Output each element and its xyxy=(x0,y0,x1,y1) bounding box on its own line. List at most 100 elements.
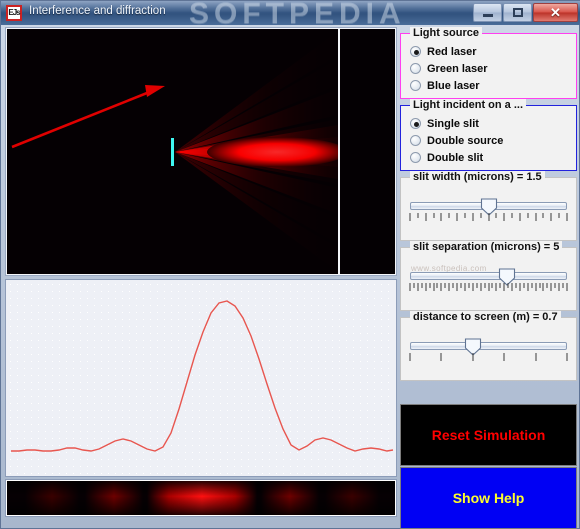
slider-tick xyxy=(488,283,489,291)
slider-tick xyxy=(448,213,450,218)
slit-width-legend: slit width (microns) = 1.5 xyxy=(410,171,545,183)
slider-tick xyxy=(527,213,529,218)
slider-tick xyxy=(425,283,427,291)
slider-tick xyxy=(436,283,438,288)
radio-double-slit[interactable]: Double slit xyxy=(401,149,576,166)
slider-tick xyxy=(429,283,431,288)
slider-tick xyxy=(566,353,568,361)
radio-label: Red laser xyxy=(427,45,477,58)
slider-tick xyxy=(452,283,454,288)
slider-tick xyxy=(503,213,505,221)
slider-tick xyxy=(472,283,474,291)
slider-tick xyxy=(488,213,489,221)
slit-width-slider[interactable] xyxy=(410,198,567,216)
slider-tick xyxy=(519,283,521,291)
slider-tick xyxy=(491,283,493,288)
radio-label: Blue laser xyxy=(427,79,480,92)
reset-simulation-button[interactable]: Reset Simulation xyxy=(400,404,577,466)
slider-tick xyxy=(546,283,548,288)
slider-tick xyxy=(499,283,501,288)
maximize-icon xyxy=(512,8,523,17)
slider-tick xyxy=(460,283,462,288)
radio-button-icon xyxy=(410,80,421,91)
slider-tick xyxy=(472,213,474,221)
window-controls: ✕ xyxy=(473,3,578,22)
slit-separation-slider[interactable] xyxy=(410,268,567,286)
radio-label: Double source xyxy=(427,134,504,147)
slider-tick xyxy=(413,283,415,288)
application-window: EJs Interference and diffraction SOFTPED… xyxy=(0,0,580,529)
slider-tick xyxy=(519,213,521,221)
softpedia-watermark: SOFTPEDIA xyxy=(189,1,406,25)
slider-tick xyxy=(554,283,556,288)
close-button[interactable]: ✕ xyxy=(533,3,578,22)
slider-tick xyxy=(440,353,442,361)
slider-tick xyxy=(550,283,552,291)
slider-tick xyxy=(495,213,497,218)
fringe-strip-area xyxy=(5,479,397,517)
slider-tick xyxy=(535,353,537,361)
minimize-icon xyxy=(482,14,493,17)
distance-to-screen-group: distance to screen (m) = 0.7 xyxy=(400,311,577,381)
radio-label: Double slit xyxy=(427,151,484,164)
slider-tick xyxy=(409,213,411,221)
radio-label: Green laser xyxy=(427,62,488,75)
radio-button-icon xyxy=(410,135,421,146)
slider-tick xyxy=(456,283,458,291)
radio-button-icon xyxy=(410,152,421,163)
slider-tick xyxy=(531,283,533,288)
window-content: Light source Red laser Green laser Blue … xyxy=(1,25,580,529)
slider-tick xyxy=(417,283,419,291)
radio-label: Single slit xyxy=(427,117,479,130)
slider-tick xyxy=(542,283,544,291)
slider-tick xyxy=(417,213,419,218)
intensity-profile-plot[interactable] xyxy=(7,281,395,475)
slider-tick xyxy=(558,283,560,291)
radio-red-laser[interactable]: Red laser xyxy=(401,43,576,60)
reset-simulation-label: Reset Simulation xyxy=(431,427,546,443)
radio-button-icon xyxy=(410,46,421,57)
slider-tick xyxy=(562,283,564,288)
slider-tick xyxy=(515,283,517,288)
slider-tick xyxy=(468,283,470,288)
radio-blue-laser[interactable]: Blue laser xyxy=(401,77,576,94)
diffraction-area xyxy=(5,27,397,276)
slider-tick xyxy=(511,213,513,218)
slider-tick xyxy=(542,213,544,218)
screen-panel xyxy=(340,29,395,274)
slider-tick xyxy=(550,213,552,221)
slider-tick xyxy=(409,283,411,291)
intensity-plot-area xyxy=(5,279,397,477)
slider-tick xyxy=(440,283,442,291)
distance-to-screen-ticks xyxy=(409,353,568,362)
light-incident-legend: Light incident on a ... xyxy=(410,99,526,111)
distance-to-screen-slider[interactable] xyxy=(410,338,567,356)
radio-green-laser[interactable]: Green laser xyxy=(401,60,576,77)
show-help-button[interactable]: Show Help xyxy=(400,467,577,529)
minimize-button[interactable] xyxy=(473,3,502,22)
slider-tick xyxy=(433,213,435,218)
slider-tick xyxy=(535,213,537,221)
radio-single-slit[interactable]: Single slit xyxy=(401,115,576,132)
slider-tick xyxy=(456,213,458,221)
slider-tick xyxy=(425,213,427,221)
slit-marker xyxy=(171,138,174,166)
title-bar: EJs Interference and diffraction SOFTPED… xyxy=(1,1,580,25)
slit-separation-ticks xyxy=(409,283,568,292)
radio-double-source[interactable]: Double source xyxy=(401,132,576,149)
distance-to-screen-legend: distance to screen (m) = 0.7 xyxy=(410,311,561,323)
slider-tick xyxy=(480,283,482,291)
slider-tick xyxy=(566,213,568,221)
window-title: Interference and diffraction xyxy=(29,5,166,17)
close-icon: ✕ xyxy=(550,5,561,20)
light-incident-group: Light incident on a ... Single slit Doub… xyxy=(400,99,577,171)
slit-width-ticks xyxy=(409,213,568,222)
radio-button-icon xyxy=(410,118,421,129)
fringe-pattern-strip xyxy=(7,481,395,515)
diffraction-pattern-view[interactable] xyxy=(7,29,338,274)
intensity-curve xyxy=(11,300,394,452)
maximize-button[interactable] xyxy=(503,3,532,22)
slider-tick xyxy=(472,353,474,361)
fringe-bands-graphic xyxy=(7,481,395,515)
slider-tick xyxy=(535,283,537,291)
